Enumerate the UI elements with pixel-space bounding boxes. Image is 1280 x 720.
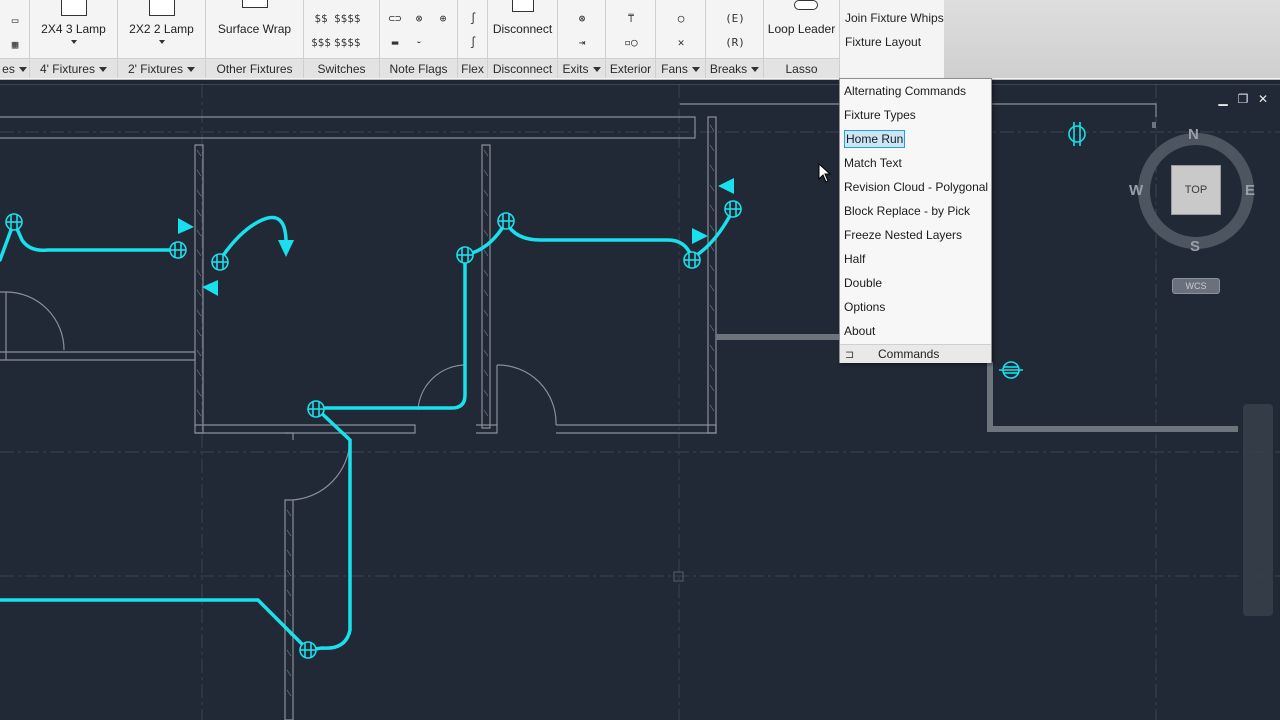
panel-lasso: Loop Leader Lasso bbox=[764, 0, 840, 78]
panel-label[interactable]: Exterior bbox=[606, 62, 655, 76]
panel-label[interactable]: Disconnect bbox=[488, 62, 557, 76]
switch-double-icon[interactable]: $$ bbox=[308, 12, 334, 26]
wall-hatch bbox=[196, 124, 715, 697]
pole-light-icon[interactable]: ⍑ bbox=[622, 12, 640, 26]
fixture-layout-link[interactable]: Fixture Layout bbox=[845, 35, 921, 49]
flex-curve-icon-2[interactable]: ∫ bbox=[464, 36, 482, 50]
flag-crossed-oval-icon[interactable]: ⊗ bbox=[410, 12, 428, 26]
menu-footer[interactable]: ⊐ Commands bbox=[840, 344, 991, 363]
viewcube-top-face[interactable]: TOP bbox=[1171, 165, 1221, 215]
panel-label[interactable]: Switches bbox=[304, 62, 379, 76]
panel-exits: ⊛ ⇥ Exits bbox=[558, 0, 606, 78]
wcs-menu[interactable]: WCS bbox=[1172, 278, 1220, 294]
panel-disconnect: Disconnect Disconnect bbox=[488, 0, 558, 78]
loop-leader-button[interactable]: Loop Leader bbox=[764, 0, 839, 56]
wall-pack-icon[interactable]: ▫○ bbox=[622, 36, 640, 50]
menu-item-alternating-commands[interactable]: Alternating Commands bbox=[840, 79, 991, 103]
exit-sign-icon[interactable]: ⊛ bbox=[573, 12, 591, 26]
panel-4ft-fixtures: 2X4 3 Lamp 4' Fixtures bbox=[30, 0, 118, 78]
commands-label: Commands bbox=[878, 347, 940, 361]
menu-item-freeze-nested-layers[interactable]: Freeze Nested Layers bbox=[840, 223, 991, 247]
surface-wrap-button[interactable]: Surface Wrap bbox=[206, 0, 303, 56]
panel-2ft-fixtures: 2X2 2 Lamp 2' Fixtures bbox=[118, 0, 206, 78]
break-remove-icon[interactable]: (R) bbox=[724, 36, 746, 50]
disconnect-button[interactable]: Disconnect bbox=[488, 0, 557, 56]
chevron-down-icon bbox=[158, 40, 165, 44]
flag-bar-icon[interactable]: ▬ bbox=[386, 36, 404, 50]
circuit-wires bbox=[0, 208, 735, 652]
floor-plan-drawing[interactable] bbox=[0, 84, 1280, 720]
exit-arrow-icon[interactable]: ⇥ bbox=[573, 36, 591, 50]
switch-quad-icon[interactable]: $$$$ bbox=[334, 12, 361, 26]
restore-icon[interactable]: ❐ bbox=[1236, 92, 1250, 106]
join-fixture-whips-link[interactable]: Join Fixture Whips bbox=[845, 11, 944, 25]
panel-label[interactable]: Lasso bbox=[764, 62, 839, 76]
menu-item-home-run[interactable]: Home Run bbox=[840, 127, 991, 151]
grid-lines bbox=[0, 84, 1280, 720]
flag-cup-icon[interactable]: ⏑ bbox=[410, 36, 428, 50]
menu-item-fixture-types[interactable]: Fixture Types bbox=[840, 103, 991, 127]
menu-item-options[interactable]: Options bbox=[840, 295, 991, 319]
panel-label[interactable]: Flex bbox=[458, 62, 487, 76]
panel-breaks: (E) (R) Breaks bbox=[706, 0, 764, 78]
panel-exterior: ⍑ ▫○ Exterior bbox=[606, 0, 656, 78]
compass-south[interactable]: S bbox=[1190, 238, 1200, 255]
menu-item-match-text[interactable]: Match Text bbox=[840, 151, 991, 175]
compass-west[interactable]: W bbox=[1129, 182, 1143, 199]
panel-fans: ○ ✕ Fans bbox=[656, 0, 706, 78]
minimize-icon[interactable]: ▁ bbox=[1216, 92, 1230, 106]
break-existing-icon[interactable]: (E) bbox=[724, 12, 746, 26]
mouse-pointer-icon bbox=[818, 163, 832, 183]
navigation-bar[interactable] bbox=[1243, 404, 1273, 616]
ribbon-empty-area bbox=[944, 0, 1280, 78]
menu-item-double[interactable]: Double bbox=[840, 271, 991, 295]
panel-label[interactable]: Breaks bbox=[706, 62, 763, 76]
panel-partial: ▭ ▦ es bbox=[0, 0, 30, 78]
compass-east[interactable]: E bbox=[1245, 182, 1255, 199]
surface-wrap-icon bbox=[241, 0, 268, 8]
flex-curve-icon[interactable]: ∫ bbox=[464, 12, 482, 26]
panel-label[interactable]: Note Flags bbox=[380, 62, 457, 76]
panel-label[interactable]: es bbox=[0, 62, 29, 76]
menu-item-about[interactable]: About bbox=[840, 319, 991, 343]
panel-label[interactable]: Exits bbox=[558, 62, 605, 76]
autocad-window: ▭ ▦ es 2X4 3 Lamp 4' Fixtures 2X2 2 Lamp… bbox=[0, 0, 1280, 720]
drawing-canvas[interactable] bbox=[0, 84, 1280, 720]
panel-label[interactable]: Other Fixtures bbox=[206, 62, 303, 76]
2x2-fixture-icon bbox=[148, 0, 175, 16]
panel-label[interactable]: 2' Fixtures bbox=[118, 62, 205, 76]
2x4-fixture-icon bbox=[60, 0, 87, 16]
panel-flex: ∫ ∫ Flex bbox=[458, 0, 488, 78]
switch-triple-icon[interactable]: $$$ bbox=[308, 36, 334, 50]
compass-north[interactable]: N bbox=[1188, 126, 1199, 143]
2x4-3-lamp-button[interactable]: 2X4 3 Lamp bbox=[30, 0, 117, 56]
pin-icon[interactable]: ⊐ bbox=[845, 346, 854, 364]
menu-item-revision-cloud[interactable]: Revision Cloud - Polygonal bbox=[840, 175, 991, 199]
panel-label[interactable]: Fans bbox=[656, 62, 705, 76]
fan-x-icon[interactable]: ✕ bbox=[672, 36, 690, 50]
home-run-arrow-icon bbox=[278, 240, 294, 257]
panel-switches: $$ $$$$ $$$ $$$$ Switches bbox=[304, 0, 380, 78]
fan-round-icon[interactable]: ○ bbox=[672, 12, 690, 26]
menu-item-half[interactable]: Half bbox=[840, 247, 991, 271]
loop-leader-icon bbox=[793, 0, 818, 10]
disconnect-icon bbox=[511, 0, 534, 12]
2x2-2-lamp-button[interactable]: 2X2 2 Lamp bbox=[118, 0, 205, 56]
flag-target-icon[interactable]: ⊕ bbox=[434, 12, 452, 26]
panel-other-fixtures: Surface Wrap Other Fixtures bbox=[206, 0, 304, 78]
chevron-down-icon bbox=[70, 40, 77, 44]
close-icon[interactable]: ✕ bbox=[1256, 92, 1270, 106]
switch-quad-icon-2[interactable]: $$$$ bbox=[334, 36, 361, 50]
flag-oval-icon[interactable]: ⊂⊃ bbox=[386, 12, 404, 26]
ribbon: ▭ ▦ es 2X4 3 Lamp 4' Fixtures 2X2 2 Lamp… bbox=[0, 0, 1280, 80]
switch-flags bbox=[178, 178, 734, 296]
menu-item-block-replace[interactable]: Block Replace - by Pick bbox=[840, 199, 991, 223]
commands-dropdown-menu: Alternating Commands Fixture Types Home … bbox=[839, 78, 992, 363]
panel-label[interactable]: 4' Fixtures bbox=[30, 62, 117, 76]
fixture-grid-icon[interactable]: ▦ bbox=[6, 38, 24, 52]
panel-note-flags: ⊂⊃ ⊗ ⊕ ▬ ⏑ Note Flags bbox=[380, 0, 458, 78]
fixture-small-icon[interactable]: ▭ bbox=[6, 14, 24, 28]
